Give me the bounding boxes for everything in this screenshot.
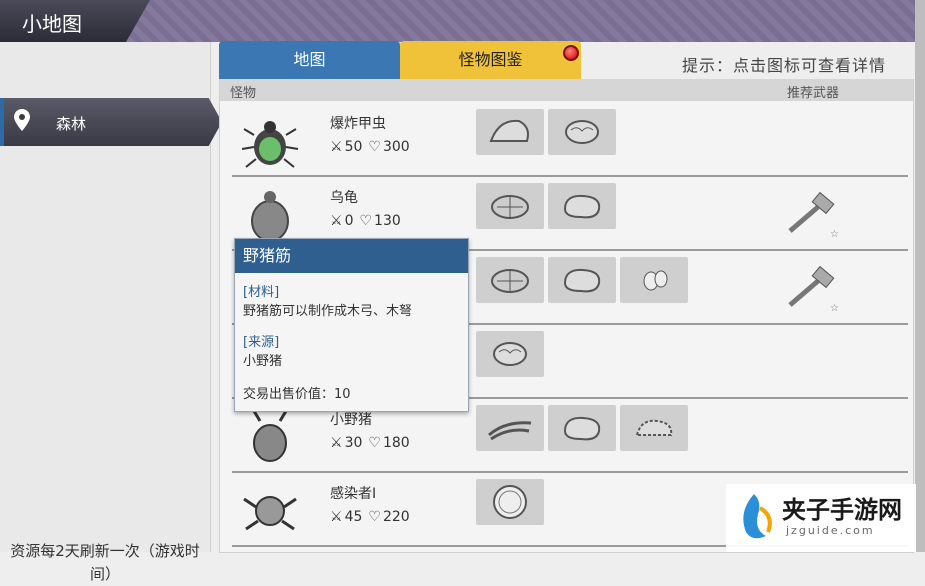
hammer-icon[interactable]: ☆ <box>784 191 844 241</box>
drop-slot[interactable] <box>476 257 544 303</box>
heart-icon: ♡ <box>368 139 381 155</box>
hp-value: 130 <box>374 213 401 229</box>
heart-icon: ♡ <box>359 213 373 229</box>
drop-list <box>476 331 544 377</box>
tooltip-category-material: [材料] <box>243 285 280 300</box>
watermark: 夹子手游网 jzguide.com <box>726 484 916 552</box>
hammer-icon[interactable]: ☆ <box>784 265 844 315</box>
raw-meat-icon <box>563 194 601 219</box>
turtle-icon[interactable] <box>240 185 300 245</box>
drop-slot[interactable] <box>476 183 544 229</box>
drop-list <box>476 405 688 451</box>
egg-icon <box>643 270 668 291</box>
drop-slot[interactable] <box>548 405 616 451</box>
drop-slot[interactable] <box>476 479 544 525</box>
drop-slot[interactable] <box>548 109 616 155</box>
tooltip-sell-price: 交易出售价值：10 <box>243 387 351 402</box>
page-title: 小地图 <box>22 12 82 36</box>
left-panel: 森林 资源每2天刷新一次（游戏时间） <box>0 42 222 583</box>
drop-slot[interactable] <box>620 257 688 303</box>
location-pin-icon <box>14 109 30 131</box>
item-tooltip: 野猪筋 [材料] 野猪筋可以制作成木弓、木弩 [来源] 小野猪 交易出售价值：1… <box>234 238 469 412</box>
tooltip-material-desc: 野猪筋可以制作成木弓、木弩 <box>243 304 413 319</box>
refresh-note: 资源每2天刷新一次（游戏时间） <box>10 542 200 583</box>
hp-value: 180 <box>382 435 410 451</box>
raw-meat-icon <box>563 416 601 441</box>
drop-list <box>476 479 544 525</box>
hp-value: 300 <box>382 139 410 155</box>
attack-icon: ⚔ <box>330 509 343 525</box>
monster-name: 乌龟 <box>330 190 358 206</box>
turtle-shell-icon <box>491 269 529 293</box>
monster-name: 感染者I <box>330 486 377 502</box>
fur-icon <box>635 419 673 436</box>
watermark-url: jzguide.com <box>786 524 875 537</box>
drop-slot[interactable] <box>476 331 544 377</box>
col-monster: 怪物 <box>230 86 257 101</box>
hint-text: 提示：点击图标可查看详情 <box>682 56 887 75</box>
sinew-icon <box>488 421 532 441</box>
table-row[interactable]: 爆炸甲虫 ⚔ 50 ♡ 300 <box>232 103 908 177</box>
watermark-title: 夹子手游网 <box>782 496 902 524</box>
attack-value: 30 <box>344 435 363 451</box>
attack-value: 45 <box>344 509 363 525</box>
attack-icon: ⚔ <box>330 139 343 155</box>
raw-meat-icon <box>563 268 601 293</box>
title-plate: 小地图 <box>0 0 150 42</box>
tooltip-source-desc: 小野猪 <box>243 354 283 369</box>
table-header: 怪物 推荐武器 <box>220 79 913 101</box>
drop-slot[interactable] <box>476 405 544 451</box>
monster-name: 小野猪 <box>330 412 372 428</box>
drop-list <box>476 257 688 303</box>
location-label: 森林 <box>56 115 87 133</box>
tooltip-category-source: [来源] <box>243 335 280 350</box>
notification-dot <box>563 45 579 61</box>
boar-icon[interactable] <box>240 407 300 467</box>
beetle-icon[interactable] <box>240 111 300 171</box>
coin-icon <box>493 485 527 519</box>
drop-slot[interactable] <box>620 405 688 451</box>
drop-slot[interactable] <box>548 257 616 303</box>
col-weapon: 推荐武器 <box>787 86 840 101</box>
svg-text:☆: ☆ <box>830 229 839 240</box>
heart-icon: ♡ <box>368 509 381 525</box>
attack-icon: ⚔ <box>330 213 343 229</box>
tab-map[interactable]: 地图 <box>219 41 400 79</box>
monster-stats: ⚔ 50 ♡ 300 <box>330 139 410 155</box>
monster-stats: ⚔ 0 ♡ 130 <box>330 213 401 229</box>
infected-icon[interactable] <box>240 481 300 541</box>
right-edge <box>915 0 925 552</box>
heart-icon: ♡ <box>368 435 381 451</box>
tooltip-title: 野猪筋 <box>235 239 468 273</box>
brain-material-icon <box>493 342 527 366</box>
drop-slot[interactable] <box>476 109 544 155</box>
brain-material-icon <box>565 120 599 144</box>
drop-list <box>476 109 616 155</box>
monster-name: 爆炸甲虫 <box>330 116 386 132</box>
monster-stats: ⚔ 30 ♡ 180 <box>330 435 410 451</box>
shell-fragment-icon <box>489 119 529 142</box>
drop-list <box>476 183 616 229</box>
svg-text:☆: ☆ <box>830 303 839 314</box>
tab-monster-guide[interactable]: 怪物图鉴 <box>400 41 581 97</box>
attack-icon: ⚔ <box>330 435 343 451</box>
drop-slot[interactable] <box>548 183 616 229</box>
location-tab-forest[interactable]: 森林 <box>0 98 222 146</box>
watermark-logo-icon <box>743 494 772 539</box>
monster-stats: ⚔ 45 ♡ 220 <box>330 509 410 525</box>
turtle-shell-icon <box>491 195 529 219</box>
hp-value: 220 <box>382 509 410 525</box>
attack-value: 50 <box>344 139 363 155</box>
attack-value: 0 <box>344 213 354 229</box>
